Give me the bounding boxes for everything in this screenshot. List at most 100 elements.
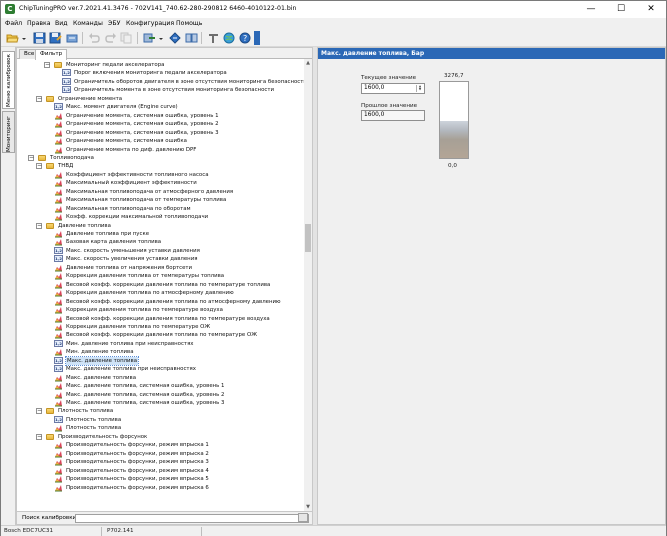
maximize-button[interactable]: ☐ bbox=[606, 1, 636, 18]
tree-folder[interactable]: − Давление топлива bbox=[17, 222, 304, 230]
tab-calibrations-menu[interactable]: Меню калибровок bbox=[2, 51, 15, 109]
tree-item[interactable]: Весовой коэфф. коррекции давления топлив… bbox=[17, 315, 304, 323]
tree-item[interactable]: Ограничение момента, системная ошибка, у… bbox=[17, 120, 304, 128]
minimize-button[interactable]: — bbox=[576, 1, 606, 18]
menu-help[interactable]: Помощь bbox=[176, 20, 202, 27]
redo-icon[interactable] bbox=[102, 31, 118, 45]
tree-item[interactable]: Макс. давление топлива, системная ошибка… bbox=[17, 399, 304, 407]
globe-icon[interactable] bbox=[221, 31, 237, 45]
tree-item[interactable]: Максимальная топливоподача от атмосферно… bbox=[17, 188, 304, 196]
tree-item[interactable]: Ограничение момента по диф. давлению DPF bbox=[17, 146, 304, 154]
scroll-up-arrow[interactable]: ▲ bbox=[304, 59, 312, 67]
scroll-thumb[interactable] bbox=[305, 224, 311, 252]
tree-item[interactable]: Коэффициент эффективности топливного нас… bbox=[17, 171, 304, 179]
collapse-toggle-icon[interactable]: − bbox=[36, 433, 42, 440]
tree-item[interactable]: 1,2 Ограничитель оборотов двигателя в зон… bbox=[17, 77, 304, 86]
overflow-icon[interactable] bbox=[254, 31, 260, 45]
refresh-icon[interactable] bbox=[64, 31, 80, 45]
tree-item[interactable]: 1,2 Мин. давление топлива при неисправнос… bbox=[17, 339, 304, 348]
scroll-down-arrow[interactable]: ▼ bbox=[304, 503, 312, 511]
tree-item[interactable]: Максимальный коэффициент эффективности bbox=[17, 179, 304, 187]
collapse-toggle-icon[interactable]: − bbox=[44, 62, 50, 68]
open-folder-icon[interactable] bbox=[4, 31, 20, 45]
tree-item[interactable]: 1,2 Макс. скорость уменьшения уставки дав… bbox=[17, 246, 304, 255]
undo-icon[interactable] bbox=[86, 31, 102, 45]
tree-item[interactable]: Производительность форсунки, режим впрыс… bbox=[17, 475, 304, 483]
tree-item[interactable]: Макс. давление топлива, системная ошибка… bbox=[17, 391, 304, 399]
close-button[interactable]: ✕ bbox=[636, 1, 666, 18]
current-value-input[interactable]: 1600,0 ▲ ▼ bbox=[361, 83, 425, 94]
tree-item[interactable]: Давление топлива при пуске bbox=[17, 230, 304, 238]
tree-folder[interactable]: − Мониторинг педали акселератора bbox=[17, 61, 304, 69]
tree-item[interactable]: Весовой коэфф. коррекции давления топлив… bbox=[17, 298, 304, 306]
tree-item[interactable]: Максимальная топливоподача от температур… bbox=[17, 196, 304, 204]
title-bar[interactable]: C ChipTuningPRO ver.7.2021.41.3476 - 702… bbox=[1, 1, 666, 18]
dropdown-arrow-icon[interactable] bbox=[20, 31, 28, 45]
save-icon[interactable] bbox=[31, 31, 47, 45]
collapse-toggle-icon[interactable]: − bbox=[36, 222, 42, 229]
tree-item[interactable]: 1,2 Плотность топлива bbox=[17, 415, 304, 424]
save-as-icon[interactable] bbox=[47, 31, 63, 45]
tree-item[interactable]: Коэфф. коррекции максимальной топливопод… bbox=[17, 213, 304, 221]
tree-item[interactable]: Производительность форсунки, режим впрыс… bbox=[17, 458, 304, 466]
tree-item[interactable]: Коррекция давления топлива по температур… bbox=[17, 306, 304, 314]
dropdown-arrow-icon[interactable] bbox=[157, 31, 165, 45]
tree-item[interactable]: Коррекция давления топлива по атмосферно… bbox=[17, 289, 304, 297]
tree-item[interactable]: Макс. давление топлива bbox=[17, 374, 304, 382]
tree-item[interactable]: Весовой коэфф. коррекции давления топлив… bbox=[17, 331, 304, 339]
collapse-toggle-icon[interactable]: − bbox=[28, 154, 34, 161]
menu-file[interactable]: Файл bbox=[5, 20, 22, 27]
search-clear-button[interactable] bbox=[298, 513, 308, 522]
tree-folder[interactable]: − Топливоподача bbox=[17, 154, 304, 162]
map-3d-icon bbox=[54, 281, 63, 289]
tree-item[interactable]: Весовой коэфф. коррекции давления топлив… bbox=[17, 281, 304, 289]
map-3d-icon bbox=[54, 374, 63, 382]
checksum-icon[interactable] bbox=[141, 31, 157, 45]
compare-icon[interactable] bbox=[183, 31, 199, 45]
tree-item[interactable]: Коррекция давления топлива по температур… bbox=[17, 323, 304, 331]
tree-item[interactable]: 1,2 Ограничитель момента в зоне отсутстви… bbox=[17, 86, 304, 94]
tree-item[interactable]: Базовая карта давления топлива bbox=[17, 238, 304, 246]
tree-item[interactable]: Производительность форсунки, режим впрыс… bbox=[17, 467, 304, 475]
tree-item[interactable]: Максимальная топливоподача по оборотам bbox=[17, 205, 304, 213]
tab-monitoring[interactable]: Мониторинг bbox=[2, 111, 15, 153]
menu-edit[interactable]: Правка bbox=[27, 20, 51, 27]
tree-folder[interactable]: − ТНВД bbox=[17, 162, 304, 170]
help-icon[interactable]: ? bbox=[237, 31, 253, 45]
tree-item[interactable]: Производительность форсунки, режим впрыс… bbox=[17, 450, 304, 458]
tree-item[interactable]: Плотность топлива bbox=[17, 424, 304, 432]
menu-ecu[interactable]: ЭБУ bbox=[108, 20, 120, 27]
menu-commands[interactable]: Команды bbox=[73, 20, 103, 27]
tree-scrollbar[interactable]: ▲ ▼ bbox=[304, 59, 312, 511]
collapse-toggle-icon[interactable]: − bbox=[36, 95, 42, 102]
tree-item[interactable]: Мин. давление топлива bbox=[17, 348, 304, 356]
tree-item[interactable]: Коррекция давления топлива от температур… bbox=[17, 272, 304, 280]
value-spinner[interactable]: ▲ ▼ bbox=[416, 85, 423, 92]
tree-folder[interactable]: − Ограничение момента bbox=[17, 95, 304, 103]
collapse-toggle-icon[interactable]: − bbox=[36, 163, 42, 170]
menu-view[interactable]: Вид bbox=[55, 20, 68, 27]
tree-item-label: Ограничение момента, системная ошибка, у… bbox=[66, 112, 219, 119]
tree-item[interactable]: Макс. давление топлива, системная ошибка… bbox=[17, 382, 304, 390]
menu-configuration[interactable]: Конфигурация bbox=[126, 20, 174, 27]
tree-item[interactable]: Ограничение момента, системная ошибка, у… bbox=[17, 129, 304, 137]
tools-icon[interactable] bbox=[205, 31, 221, 45]
spin-down-icon[interactable]: ▼ bbox=[417, 88, 423, 91]
tree-item[interactable]: 1,2 Макс. скорость увеличения уставки дав… bbox=[17, 255, 304, 263]
tree-folder[interactable]: − Плотность топлива bbox=[17, 407, 304, 415]
tree-folder[interactable]: − Производительность форсунок bbox=[17, 433, 304, 441]
map-3d-icon bbox=[54, 348, 63, 356]
tree-item[interactable]: 1,2 Макс. давление топлива при неисправно… bbox=[17, 365, 304, 373]
tree-item[interactable]: Ограничение момента, системная ошибка, у… bbox=[17, 112, 304, 120]
tree-item[interactable]: 1,2 Макс. давление топлива bbox=[17, 355, 304, 366]
tree-item[interactable]: Ограничение момента, системная ошибка bbox=[17, 137, 304, 145]
tree-item[interactable]: Производительность форсунки, режим впрыс… bbox=[17, 441, 304, 449]
diamond-icon[interactable] bbox=[167, 31, 183, 45]
search-input[interactable] bbox=[75, 514, 309, 523]
tree-item[interactable]: Производительность форсунки, режим впрыс… bbox=[17, 484, 304, 492]
tree-item[interactable]: 1,2 Макс. момент двигателя (Engine curve) bbox=[17, 103, 304, 111]
collapse-toggle-icon[interactable]: − bbox=[36, 408, 42, 415]
tree-item[interactable]: Давление топлива от напряжения бортсети bbox=[17, 264, 304, 272]
copy-icon[interactable] bbox=[118, 31, 134, 45]
tree-item[interactable]: 1,2 Порог включения мониторинга педали ак… bbox=[17, 69, 304, 77]
